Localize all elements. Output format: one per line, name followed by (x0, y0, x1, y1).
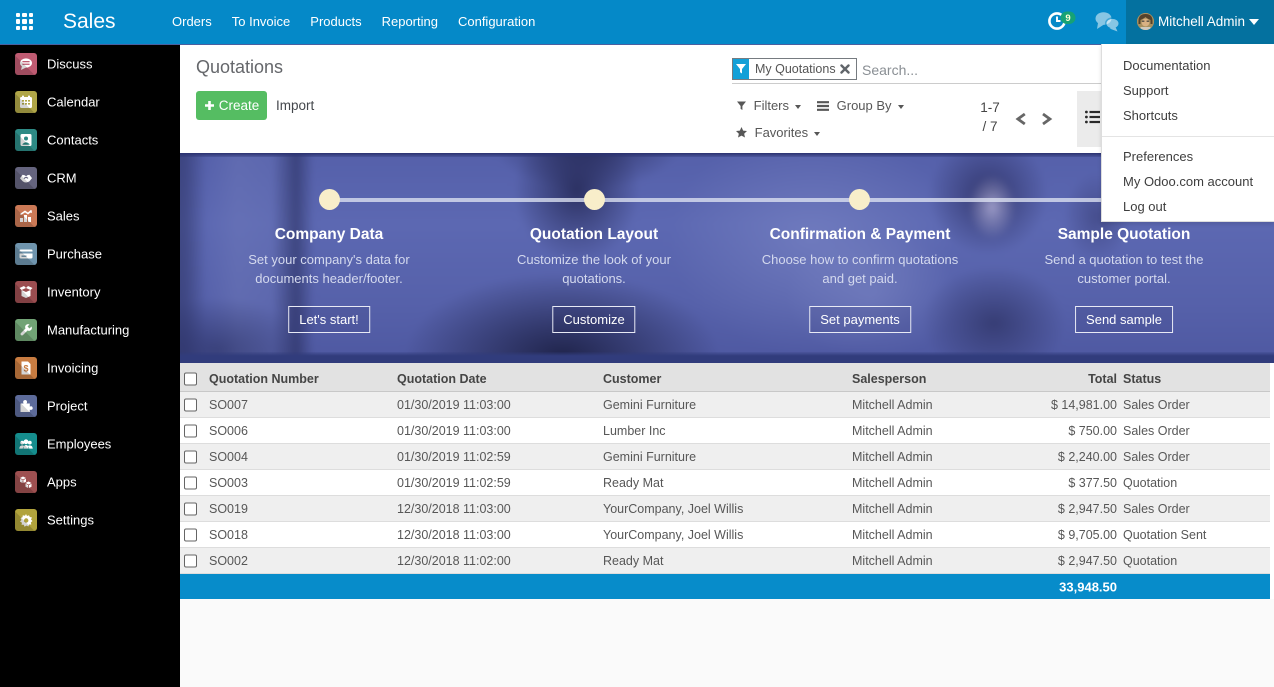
svg-text:$: $ (23, 364, 28, 374)
svg-text:9: 9 (1065, 13, 1070, 24)
